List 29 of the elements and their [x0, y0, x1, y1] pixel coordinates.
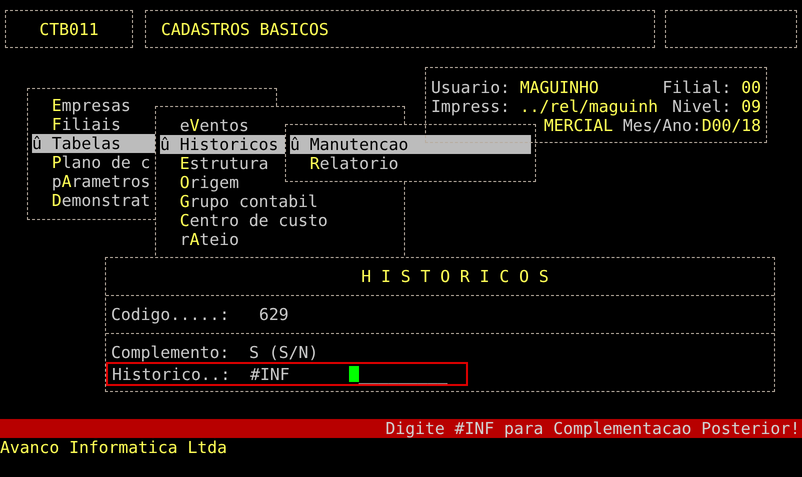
- screen-title: CADASTROS BASICOS: [145, 10, 655, 48]
- field-label: Codigo.....:: [111, 305, 230, 324]
- menu-item[interactable]: Relatorio: [290, 154, 531, 173]
- field-label: Complemento:: [111, 343, 230, 362]
- field-label: Historico..:: [112, 364, 232, 384]
- menu-item[interactable]: Grupo contabil: [160, 192, 400, 211]
- menu-item[interactable]: û Manutencao: [290, 135, 531, 154]
- info-value: D00/18: [702, 116, 761, 135]
- info-value: MAGUINHO: [520, 78, 599, 97]
- info-label: Impress:: [431, 97, 510, 116]
- info-value: 09: [741, 97, 761, 116]
- program-code: CTB011: [5, 10, 133, 48]
- menu-item[interactable]: Centro de custo: [160, 211, 400, 230]
- status-bar: Digite #INF para Complementacao Posterior!: [0, 419, 802, 438]
- info-value: 00: [741, 78, 761, 97]
- cursor-icon: [348, 366, 359, 382]
- menu-item[interactable]: rAteio: [160, 230, 400, 249]
- company-name: Avanco Informatica Ltda: [0, 438, 227, 457]
- form-title: H I S T O R I C O S: [361, 267, 549, 286]
- info-label: Filial:: [662, 78, 732, 97]
- info-label: Nivel:: [672, 97, 732, 116]
- info-value: MERCIAL: [544, 116, 613, 135]
- input-field[interactable]: #INF _________: [250, 364, 448, 384]
- field-value: S: [249, 343, 260, 362]
- info-value: ../rel/maguinh: [520, 97, 658, 116]
- field-hint: (S/N): [268, 343, 318, 362]
- field-value: 629: [258, 305, 289, 324]
- info-label: Mes/Ano:: [622, 116, 702, 135]
- info-label: Usuario:: [431, 78, 510, 97]
